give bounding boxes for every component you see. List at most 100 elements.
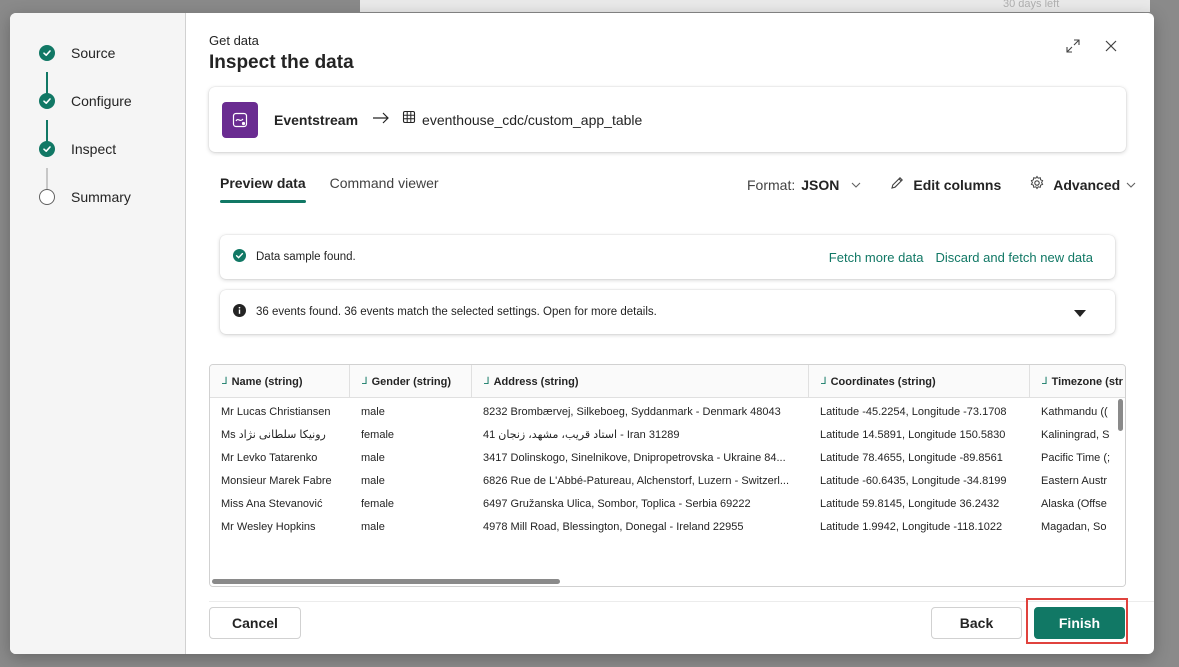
format-label: Format: [747, 176, 796, 193]
cell-coordinates: Latitude -60.6435, Longitude -34.8199 [820, 474, 1007, 487]
cell-timezone: Magadan, So [1041, 520, 1107, 533]
background-trial-text: 30 days left [1003, 0, 1060, 10]
column-label: Timezone (str [1051, 375, 1123, 388]
chevron-down-icon [1126, 179, 1136, 191]
cell-name: Mr Levko Tatarenko [221, 451, 318, 464]
tab-command-viewer[interactable]: Command viewer [330, 175, 439, 203]
step-inspect[interactable]: Inspect [39, 139, 116, 159]
table-row: Ms رونیکا سلطانی نژاد female 41 استاد قر… [210, 423, 1115, 446]
sort-icon: ⅃ [222, 376, 228, 387]
table-row: Monsieur Marek Fabre male 6826 Rue de L'… [210, 469, 1115, 492]
edit-columns-label: Edit columns [913, 176, 1002, 193]
cell-gender: male [361, 405, 385, 418]
destination-table-name: eventhouse_cdc/custom_app_table [422, 111, 643, 128]
column-header-timezone[interactable]: ⅃ Timezone (str [1030, 365, 1125, 398]
horizontal-scroll-thumb[interactable] [212, 579, 560, 584]
cancel-button[interactable]: Cancel [209, 607, 301, 639]
page-title: Inspect the data [209, 52, 354, 73]
cell-name: Ms رونیکا سلطانی نژاد [221, 429, 326, 441]
table-row: Mr Lucas Christiansen male 8232 Brombærv… [210, 400, 1115, 423]
gear-icon [1029, 175, 1045, 194]
success-check-icon [233, 249, 246, 265]
cell-gender: male [361, 451, 385, 464]
vertical-scrollbar[interactable] [1117, 399, 1123, 575]
cell-address: 6826 Rue de L'Abbé-Patureau, Alchenstorf… [483, 474, 789, 487]
sort-icon: ⅃ [362, 376, 368, 387]
format-dropdown[interactable]: Format: JSON [747, 177, 861, 193]
advanced-label: Advanced [1053, 176, 1121, 193]
cell-coordinates: Latitude 1.9942, Longitude -118.1022 [820, 520, 1003, 533]
sample-actions: Fetch more data Discard and fetch new da… [829, 250, 1093, 265]
cell-coordinates: Latitude 78.4655, Longitude -89.8561 [820, 451, 1003, 464]
source-name: Eventstream [274, 111, 359, 128]
sort-icon: ⅃ [1042, 376, 1048, 387]
table-header: ⅃ Name (string) ⅃ Gender (string) ⅃ Address… [210, 365, 1125, 398]
column-label: Gender (string) [371, 375, 452, 388]
breadcrumb: Get data [209, 33, 259, 48]
chevron-down-icon [851, 179, 861, 191]
column-header-gender[interactable]: ⅃ Gender (string) [350, 365, 472, 398]
close-icon[interactable] [1100, 35, 1122, 57]
cell-gender: male [361, 520, 385, 533]
wizard-stepper: Source Configure Inspect Summary [10, 13, 186, 654]
cell-address: 6497 Gružanska Ulica, Sombor, Toplica - … [483, 497, 751, 510]
cell-gender: female [361, 497, 395, 510]
main-content: Get data Inspect the data Eventstream ev… [209, 13, 1154, 654]
cell-coordinates: Latitude -45.2254, Longitude -73.1708 [820, 405, 1007, 418]
cell-gender: female [361, 428, 395, 441]
cell-address: 4978 Mill Road, Blessington, Donegal - I… [483, 520, 744, 533]
cell-coordinates: Latitude 14.5891, Longitude 150.5830 [820, 428, 1006, 441]
column-label: Address (string) [493, 375, 579, 388]
back-button[interactable]: Back [931, 607, 1022, 639]
preview-table: ⅃ Name (string) ⅃ Gender (string) ⅃ Address… [209, 364, 1126, 587]
caret-down-icon[interactable] [1073, 309, 1087, 321]
table-row: Mr Levko Tatarenko male 3417 Dolinskogo,… [210, 446, 1115, 469]
cell-timezone: Pacific Time (; [1041, 451, 1111, 464]
column-header-name[interactable]: ⅃ Name (string) [210, 365, 350, 398]
column-header-address[interactable]: ⅃ Address (string) [472, 365, 809, 398]
step-label: Configure [71, 93, 132, 109]
sort-icon: ⅃ [484, 376, 490, 387]
column-label: Coordinates (string) [830, 375, 936, 388]
advanced-dropdown[interactable]: Advanced [1029, 175, 1136, 194]
source-destination-card: Eventstream eventhouse_cdc/custom_app_ta… [209, 87, 1126, 152]
horizontal-scrollbar[interactable] [210, 577, 1125, 586]
events-found-message: 36 events found. 36 events match the sel… [256, 306, 657, 318]
expand-icon[interactable] [1062, 35, 1084, 57]
cell-timezone: Eastern Austr [1041, 474, 1108, 487]
info-icon [233, 304, 246, 320]
finish-button[interactable]: Finish [1034, 607, 1125, 639]
fetch-more-data-link[interactable]: Fetch more data [829, 250, 924, 265]
format-value: JSON [801, 176, 840, 193]
step-source[interactable]: Source [39, 43, 115, 63]
tab-preview-data[interactable]: Preview data [220, 175, 306, 203]
vertical-scroll-thumb[interactable] [1118, 399, 1123, 431]
footer-divider [209, 601, 1154, 602]
column-label: Name (string) [231, 375, 303, 388]
cell-name: Monsieur Marek Fabre [221, 474, 332, 487]
step-label: Summary [71, 189, 131, 205]
cell-address: 3417 Dolinskogo, Sinelnikove, Dnipropetr… [483, 451, 786, 464]
arrow-right-icon [372, 111, 390, 129]
step-label: Source [71, 45, 116, 61]
get-data-dialog: Source Configure Inspect Summary Get dat… [10, 13, 1154, 654]
column-header-coordinates[interactable]: ⅃ Coordinates (string) [809, 365, 1030, 398]
step-configure[interactable]: Configure [39, 91, 132, 111]
preview-toolbar: Format: JSON Edit columns Advanced [747, 175, 1136, 194]
check-icon [39, 141, 55, 157]
discard-and-fetch-link[interactable]: Discard and fetch new data [935, 250, 1093, 265]
cell-timezone: Kaliningrad, S [1041, 428, 1110, 441]
step-summary[interactable]: Summary [39, 187, 131, 207]
check-icon [39, 45, 55, 61]
edit-columns-button[interactable]: Edit columns [889, 175, 1001, 194]
cell-timezone: Alaska (Offse [1041, 497, 1107, 510]
cell-name: Mr Lucas Christiansen [221, 405, 331, 418]
cell-gender: male [361, 474, 385, 487]
sample-found-message: Data sample found. [256, 251, 356, 263]
cell-coordinates: Latitude 59.8145, Longitude 36.2432 [820, 497, 1000, 510]
cell-address: 8232 Brombærvej, Silkeboeg, Syddanmark -… [483, 405, 781, 418]
dialog-controls [1062, 35, 1122, 57]
eventstream-icon [222, 101, 258, 138]
step-label: Inspect [71, 141, 117, 157]
events-found-notice[interactable]: 36 events found. 36 events match the sel… [220, 290, 1115, 334]
